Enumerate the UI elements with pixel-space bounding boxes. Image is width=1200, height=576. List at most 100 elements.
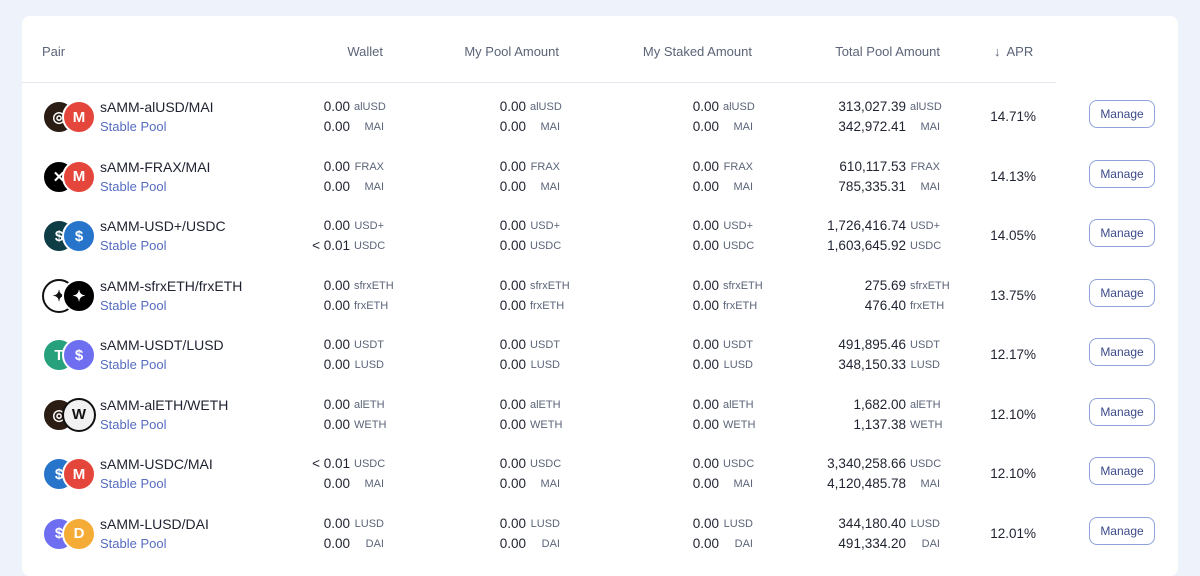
my-staked-amount: 0.00 [692,297,719,313]
apr-value: 12.17% [990,347,1036,362]
my-pool-token-symbol: USDC [530,240,562,252]
my-staked-amount: 0.00 [692,158,719,174]
total-pool-amount: 1,603,645.92 [827,238,906,253]
total-pool-token-symbol: LUSD [910,359,940,371]
apr-value: 12.10% [990,466,1036,481]
total-pool-amount: 476.40 [864,297,906,313]
total-pool-token-symbol: DAI [921,537,940,550]
wallet-amount: 0.00 [323,337,350,352]
pair-name[interactable]: sAMM-alETH/WETH [100,397,228,413]
my-staked-token-symbol: DAI [734,537,753,550]
my-pool-token-symbol: alUSD [530,101,562,113]
total-pool-amount: 491,334.20 [838,535,906,551]
my-staked-token-symbol: alETH [723,398,754,411]
pool-type-label: Stable Pool [100,476,167,491]
manage-button[interactable]: Manage [1089,219,1155,247]
pair-icons: ✕ M [42,159,96,194]
table-row: $ MsAMM-USDC/MAI Stable Pool < 0.01 USDC 0.00… [22,445,1178,505]
manage-button[interactable]: Manage [1089,100,1155,128]
total-pool-token-symbol: LUSD [910,517,940,530]
usdc-icon: $ [62,219,96,253]
table-row: ◎ WsAMM-alETH/WETH Stable Pool 0.00 alETH 0.0… [22,386,1178,446]
manage-button[interactable]: Manage [1089,159,1155,188]
total-pool-token-symbol: USD+ [910,220,940,232]
my-staked-amount: 0.00 [692,178,719,194]
pair-name[interactable]: sAMM-FRAX/MAI [100,159,210,175]
wallet-token-symbol: WETH [354,418,387,431]
pool-type-label: Stable Pool [100,416,167,432]
total-pool-token-symbol: USDC [910,240,942,252]
header-pair[interactable]: Pair [42,44,65,59]
total-pool-amount: 342,972.41 [838,119,906,134]
mai-icon: M [62,100,96,134]
pair-name[interactable]: sAMM-LUSD/DAI [100,516,209,532]
header-my-pool-amount[interactable]: My Pool Amount [422,44,559,59]
header-wallet[interactable]: Wallet [302,44,383,59]
pair-icons: T $ [42,338,96,372]
total-pool-amount: 1,137.38 [853,416,906,432]
my-staked-token-symbol: USDT [723,339,753,351]
total-pool-token-symbol: MAI [920,478,940,490]
my-staked-token-symbol: MAI [733,121,753,133]
total-pool-amount: 785,335.31 [838,178,906,194]
wallet-token-symbol: LUSD [354,359,384,371]
pair-icons: $ M [42,457,96,491]
total-pool-token-symbol: alUSD [910,101,942,113]
my-pool-amount: 0.00 [499,337,526,352]
my-pool-amount: 0.00 [499,178,526,194]
apr-value: 12.01% [990,525,1036,541]
my-pool-amount: 0.00 [499,535,526,551]
table-header: Pair Wallet My Pool Amount My Staked Amo… [22,16,1056,83]
my-pool-token-symbol: WETH [530,418,563,431]
table-row: $ $ sAMM-USD+/USDC Stable Pool 0.00 USD+ < 0.0… [22,207,1178,267]
my-pool-token-symbol: USD+ [530,220,560,232]
wallet-token-symbol: alUSD [354,101,386,113]
my-staked-amount: 0.00 [692,119,719,134]
manage-button[interactable]: Manage [1089,397,1155,426]
my-staked-amount: 0.00 [692,218,719,233]
pool-type-label: Stable Pool [100,178,167,194]
wallet-token-symbol: alETH [354,398,385,411]
my-staked-token-symbol: frxETH [723,299,758,312]
header-my-staked-amount[interactable]: My Staked Amount [602,44,752,59]
pair-name[interactable]: sAMM-USDC/MAI [100,456,213,472]
wallet-amount: 0.00 [323,119,350,134]
my-pool-amount: 0.00 [499,158,526,174]
pair-name[interactable]: sAMM-USD+/USDC [100,218,226,234]
total-pool-amount: 3,340,258.66 [827,456,906,471]
my-pool-amount: 0.00 [499,357,526,372]
wallet-amount: 0.00 [323,99,350,114]
my-staked-token-symbol: MAI [733,478,753,490]
wallet-token-symbol: DAI [365,537,384,550]
apr-value: 14.13% [990,168,1036,184]
wallet-amount: 0.00 [323,515,350,531]
manage-button[interactable]: Manage [1089,457,1155,485]
pair-icons: ◎ M [42,100,96,134]
pair-icons: ◎ W [42,397,96,432]
header-total-pool-amount[interactable]: Total Pool Amount [802,44,940,59]
my-pool-token-symbol: MAI [540,121,560,133]
table-row: ✦ ✦ sAMM-sfrxETH/frxETH Stable Pool 0.00 sfrx… [22,267,1178,327]
my-pool-amount: 0.00 [499,238,526,253]
my-staked-amount: 0.00 [692,337,719,352]
header-apr-label: APR [1006,44,1034,59]
my-staked-amount: 0.00 [692,515,719,531]
pair-name[interactable]: sAMM-USDT/LUSD [100,337,224,353]
my-staked-amount: 0.00 [692,476,719,491]
wallet-amount: 0.00 [323,396,350,412]
pair-name[interactable]: sAMM-sfrxETH/frxETH [100,278,242,294]
my-pool-token-symbol: alETH [530,398,561,411]
wallet-token-symbol: MAI [364,121,384,133]
total-pool-token-symbol: WETH [910,418,943,431]
pair-icons: $ $ [42,219,96,253]
manage-button[interactable]: Manage [1089,516,1155,545]
header-apr[interactable]: ↓ APR [994,44,1033,59]
my-staked-token-symbol: MAI [733,180,753,193]
manage-button[interactable]: Manage [1089,338,1155,366]
my-pool-amount: 0.00 [499,416,526,432]
pair-name[interactable]: sAMM-alUSD/MAI [100,99,214,115]
pool-type-label: Stable Pool [100,119,167,134]
my-staked-amount: 0.00 [692,238,719,253]
sort-down-arrow-icon: ↓ [994,44,1001,59]
manage-button[interactable]: Manage [1089,278,1155,307]
